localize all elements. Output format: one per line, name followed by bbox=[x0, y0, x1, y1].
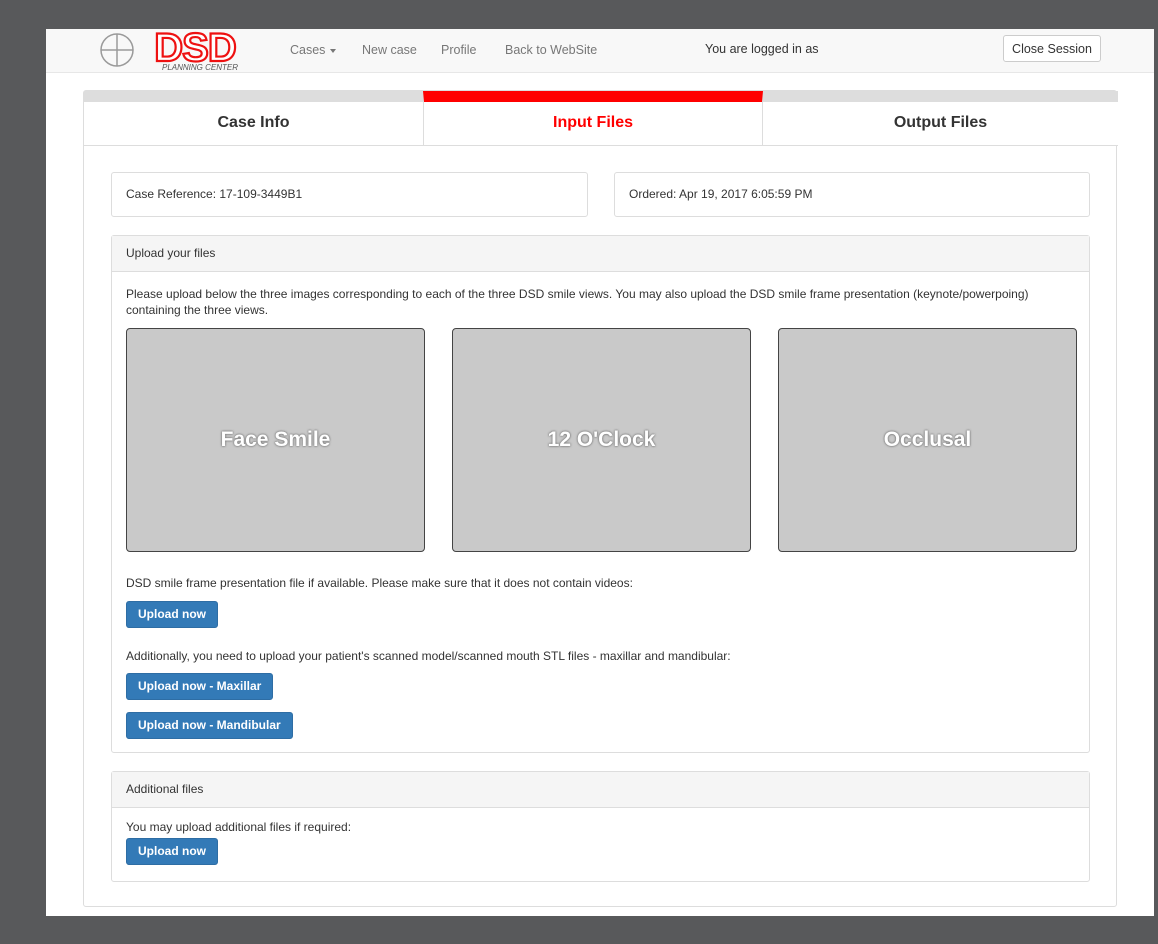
presentation-text: DSD smile frame presentation file if ava… bbox=[126, 576, 633, 590]
caret-down-icon bbox=[330, 48, 337, 53]
upload-additional-button[interactable]: Upload now bbox=[126, 838, 218, 865]
logo-subtext: PLANNING CENTER bbox=[162, 63, 238, 71]
case-reference-box: Case Reference: 17-109-3449B1 bbox=[111, 172, 588, 217]
ordered-date-box: Ordered: Apr 19, 2017 6:05:59 PM bbox=[614, 172, 1090, 217]
additional-files-panel: Additional files You may upload addition… bbox=[111, 771, 1090, 882]
nav-cases-label: Cases bbox=[290, 43, 326, 57]
nav-new-case[interactable]: New case bbox=[362, 43, 417, 57]
nav-profile[interactable]: Profile bbox=[441, 43, 476, 57]
nav-back-to-website[interactable]: Back to WebSite bbox=[505, 43, 597, 57]
additional-files-text: You may upload additional files if requi… bbox=[126, 820, 352, 834]
upload-files-panel: Upload your files Please upload below th… bbox=[111, 235, 1090, 753]
case-panel: Case Info Input Files Output Files Case … bbox=[83, 90, 1118, 907]
dropzone-face-smile[interactable]: Face Smile bbox=[126, 328, 425, 552]
upload-mandibular-button[interactable]: Upload now - Mandibular bbox=[126, 712, 293, 739]
tab-case-info[interactable]: Case Info bbox=[84, 91, 423, 146]
upload-maxillar-button[interactable]: Upload now - Maxillar bbox=[126, 673, 274, 700]
top-navbar: DSD PLANNING CENTER Cases New case Profi… bbox=[46, 25, 1154, 73]
dropzone-occlusal[interactable]: Occlusal bbox=[778, 328, 1077, 552]
close-session-button[interactable]: Close Session bbox=[1003, 35, 1101, 62]
upload-presentation-button[interactable]: Upload now bbox=[126, 601, 218, 628]
nav-cases-dropdown[interactable]: Cases bbox=[290, 43, 337, 57]
dsd-logo-graphic: DSD PLANNING CENTER bbox=[100, 25, 238, 72]
logged-in-text: You are logged in as bbox=[705, 42, 819, 56]
stl-text: Additionally, you need to upload your pa… bbox=[126, 649, 731, 663]
tab-input-files[interactable]: Input Files bbox=[423, 91, 763, 146]
browser-page: DSD PLANNING CENTER Cases New case Profi… bbox=[46, 25, 1154, 916]
dsd-logo[interactable]: DSD PLANNING CENTER bbox=[98, 25, 256, 72]
upload-panel-heading: Upload your files bbox=[112, 236, 1089, 272]
tab-output-files[interactable]: Output Files bbox=[763, 91, 1118, 146]
dropzone-12-oclock[interactable]: 12 O'Clock bbox=[452, 328, 751, 552]
upload-intro-text-line2: containing the three views. bbox=[126, 303, 269, 317]
additional-panel-heading: Additional files bbox=[112, 772, 1089, 808]
upload-intro-text-line1: Please upload below the three images cor… bbox=[126, 287, 1029, 301]
